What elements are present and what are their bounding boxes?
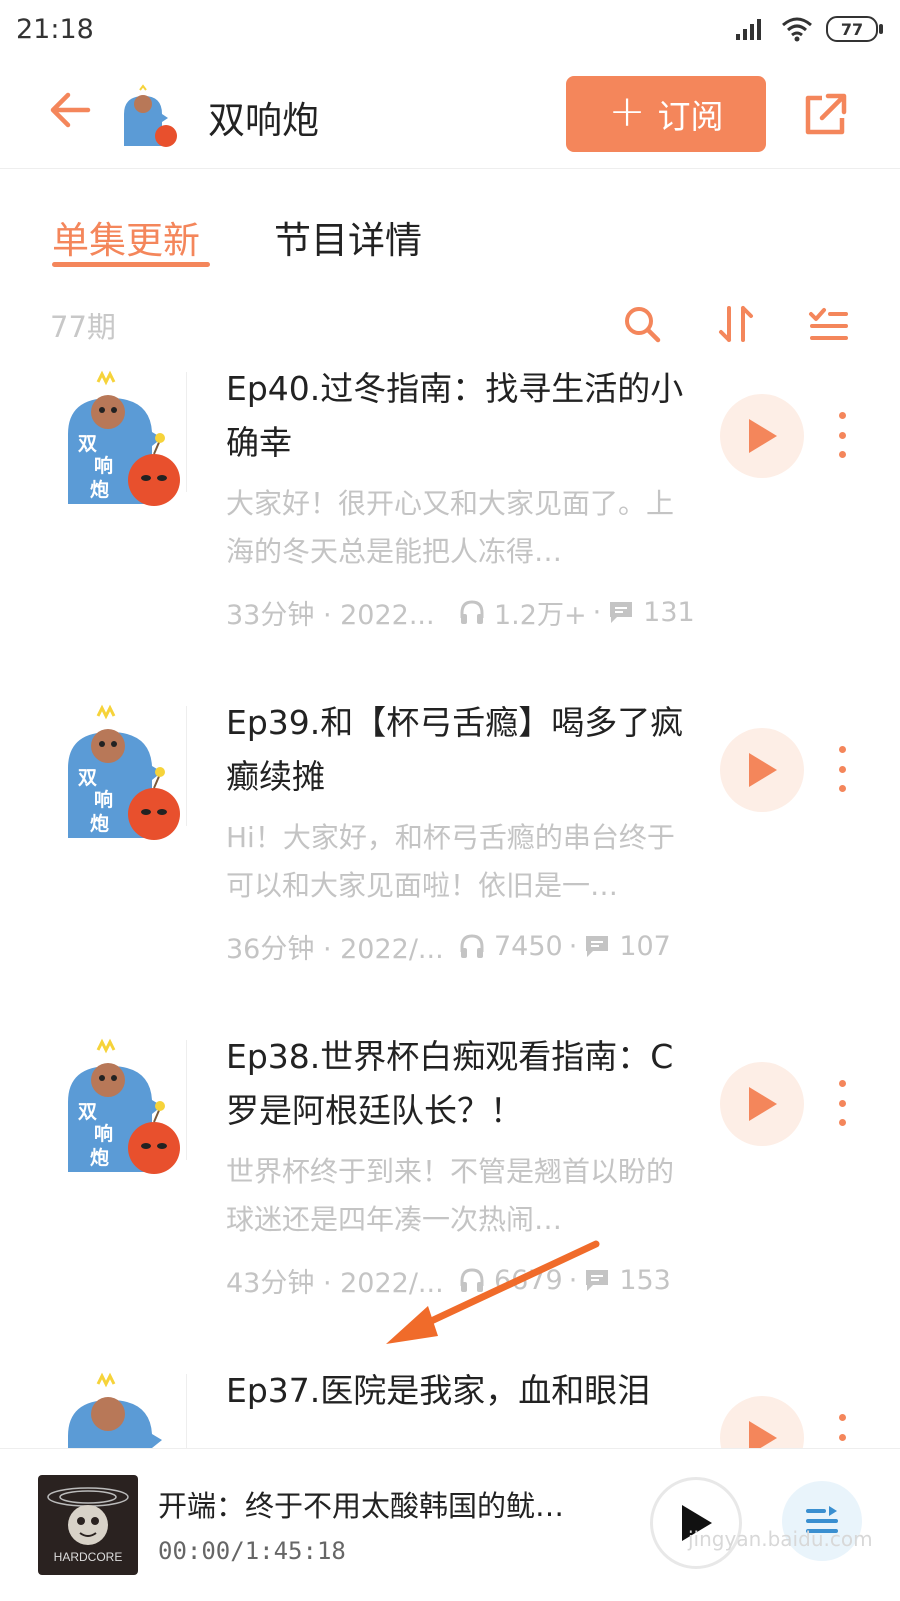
episode-meta: 33分钟 · 2022... 1.2万+ · 131 — [226, 592, 696, 632]
episode-duration-date: 36分钟 · 2022/... — [226, 933, 444, 965]
episode-title[interactable]: Ep38.世界杯白痴观看指南：C罗是阿根廷队长？！ — [226, 1030, 696, 1138]
episode-item[interactable]: 双 响 炮 Ep38.世界杯白痴观看指南：C罗是阿根廷队长？！ 世界杯终于到来！… — [0, 1030, 900, 1370]
play-icon — [749, 1087, 777, 1121]
headphones-icon — [458, 932, 486, 960]
episode-duration-date: 43分钟 · 2022/... — [226, 1267, 444, 1299]
cover-divider — [186, 372, 187, 492]
tab-bar: 单集更新 节目详情 — [0, 168, 900, 278]
back-arrow-icon[interactable] — [44, 84, 96, 136]
episode-item[interactable]: Ep37.医院是我家，血和眼泪 — [0, 1364, 900, 1448]
episode-comments: 131 — [643, 596, 695, 628]
svg-text:炮: 炮 — [90, 478, 109, 501]
plus-icon: + — [608, 86, 646, 137]
svg-text:炮: 炮 — [90, 812, 109, 835]
player-cover-art: HARDCORE — [47, 1487, 129, 1564]
svg-text:双: 双 — [78, 767, 97, 789]
episode-comments: 153 — [619, 1264, 671, 1296]
signal-icon — [736, 19, 761, 40]
status-time: 21:18 — [16, 14, 94, 45]
episode-description: 世界杯终于到来！不管是翘首以盼的球迷还是四年凑一次热闹… — [226, 1155, 675, 1236]
svg-text:响: 响 — [94, 1122, 113, 1145]
subscribe-label: 订阅 — [657, 97, 724, 136]
episode-play-button[interactable] — [720, 1062, 804, 1146]
headphones-icon — [458, 1266, 486, 1294]
episode-plays: 1.2万+ — [494, 599, 587, 631]
episode-play-button[interactable] — [720, 728, 804, 812]
tab-episodes[interactable]: 单集更新 — [52, 210, 200, 264]
episode-title[interactable]: Ep40.过冬指南：找寻生活的小确幸 — [226, 362, 696, 470]
cover-divider — [186, 1374, 187, 1448]
episode-comments: 107 — [619, 930, 671, 962]
headphones-icon — [458, 598, 486, 626]
episode-plays: 7450 — [494, 930, 563, 962]
episode-cover: 双 响 炮 — [68, 1038, 180, 1174]
status-icons: 77 — [734, 14, 883, 44]
episode-cover — [68, 1372, 162, 1448]
status-bar: 21:18 77 — [0, 0, 900, 62]
player-time: 00:00/1:45:18 — [158, 1537, 346, 1565]
cover-divider — [186, 1040, 187, 1160]
svg-text:双: 双 — [78, 1101, 97, 1123]
svg-text:响: 响 — [94, 454, 113, 477]
more-options-icon[interactable] — [836, 746, 848, 792]
episode-cover: 双 响 炮 — [68, 370, 180, 506]
episode-item[interactable]: 双 响 炮 Ep40.过冬指南：找寻生活的小确幸 大家好！很开心又和大家见面了。… — [0, 362, 900, 702]
player-play-button[interactable] — [650, 1477, 742, 1569]
meta-separator: · — [592, 596, 602, 628]
more-options-icon[interactable] — [836, 412, 848, 458]
episode-description: Hi！大家好，和杯弓舌瘾的串台终于可以和大家见面啦！依旧是一… — [226, 821, 675, 902]
episode-plays: 6679 — [494, 1264, 563, 1296]
battery-indicator: 77 — [826, 16, 883, 42]
more-options-icon[interactable] — [836, 1414, 848, 1448]
comment-icon — [583, 932, 611, 960]
svg-text:炮: 炮 — [90, 1146, 109, 1169]
episode-meta: 43分钟 · 2022/... 6679 · 153 — [226, 1260, 696, 1300]
watermark: jingyan.baidu.com — [688, 1527, 873, 1551]
tab-underline — [52, 262, 210, 267]
play-icon — [749, 753, 777, 787]
svg-text:双: 双 — [78, 433, 97, 455]
svg-text:响: 响 — [94, 788, 113, 811]
episode-play-button[interactable] — [720, 394, 804, 478]
episode-play-button[interactable] — [720, 1396, 804, 1448]
episode-cover: 双 响 炮 — [68, 704, 180, 840]
more-options-icon[interactable] — [836, 1080, 848, 1126]
episode-meta: 36分钟 · 2022/... 7450 · 107 — [226, 926, 696, 966]
player-cover[interactable]: HARDCORE — [38, 1475, 138, 1575]
play-icon — [749, 1421, 777, 1448]
episode-toolbar: 77期 — [0, 290, 900, 360]
mini-player[interactable]: HARDCORE 开端：终于不用太酸韩国的鱿… 00:00/1:45:18 ji… — [0, 1448, 900, 1601]
share-icon[interactable] — [800, 90, 850, 140]
subscribe-button[interactable]: + 订阅 — [566, 76, 766, 152]
episode-duration-date: 33分钟 · 2022... — [226, 599, 435, 631]
episode-title[interactable]: Ep37.医院是我家，血和眼泪 — [226, 1364, 696, 1418]
sort-icon[interactable] — [714, 302, 758, 346]
meta-separator: · — [568, 1264, 578, 1296]
batch-select-icon[interactable] — [806, 302, 850, 346]
podcast-logo — [124, 84, 177, 147]
search-icon[interactable] — [620, 302, 664, 346]
cover-divider — [186, 706, 187, 826]
episode-item[interactable]: 双 响 炮 Ep39.和【杯弓舌瘾】喝多了疯癫续摊 Hi！大家好，和杯弓舌瘾的串… — [0, 696, 900, 1036]
svg-text:HARDCORE: HARDCORE — [54, 1550, 123, 1564]
play-icon — [749, 419, 777, 453]
meta-separator: · — [568, 930, 578, 962]
comment-icon — [607, 598, 635, 626]
episode-title[interactable]: Ep39.和【杯弓舌瘾】喝多了疯癫续摊 — [226, 696, 696, 804]
comment-icon — [583, 1266, 611, 1294]
wifi-icon — [782, 17, 812, 42]
podcast-title: 双响炮 — [208, 99, 319, 142]
episode-description: 大家好！很开心又和大家见面了。上海的冬天总是能把人冻得… — [226, 487, 675, 568]
player-title: 开端：终于不用太酸韩国的鱿… — [158, 1489, 565, 1523]
header: 双响炮 + 订阅 — [0, 62, 900, 169]
tab-details[interactable]: 节目详情 — [274, 210, 422, 264]
episode-count: 77期 — [50, 310, 116, 344]
